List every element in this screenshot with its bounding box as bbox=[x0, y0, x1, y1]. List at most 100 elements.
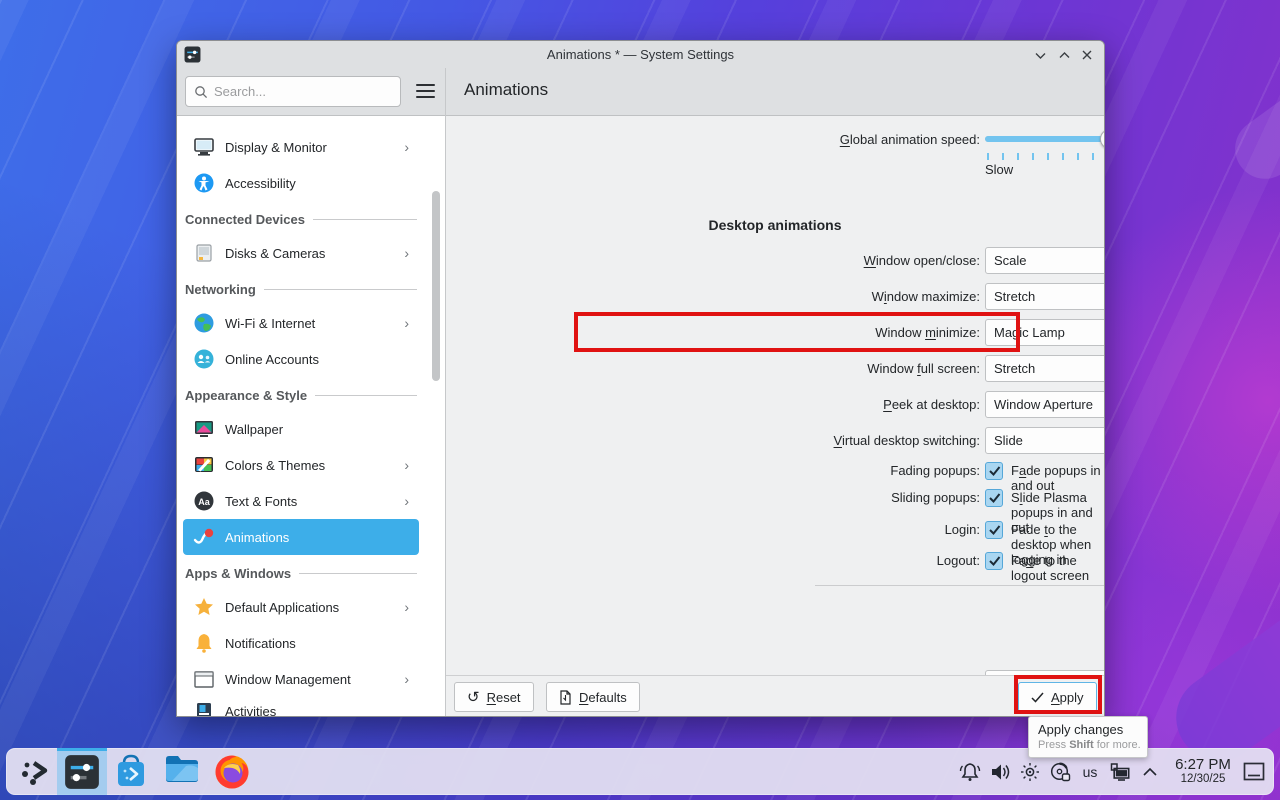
sidebar-item-disks-cameras[interactable]: Disks & Cameras› bbox=[183, 235, 419, 271]
titlebar[interactable]: Animations * — System Settings bbox=[177, 41, 1104, 68]
maximize-button[interactable] bbox=[1054, 45, 1074, 65]
row-label: Sliding popups: bbox=[446, 490, 980, 505]
application-launcher-icon[interactable] bbox=[13, 748, 57, 795]
sidebar-item-label: Wallpaper bbox=[225, 422, 283, 437]
star-icon bbox=[193, 596, 215, 618]
sidebar-section-connected-devices: Connected Devices bbox=[185, 209, 417, 229]
chevron-right-icon: › bbox=[404, 671, 409, 687]
sidebar-item-label: Accessibility bbox=[225, 176, 296, 191]
sidebar-item-window-management[interactable]: Window Management › bbox=[183, 661, 419, 697]
sidebar-section-appearance-style: Appearance & Style bbox=[185, 385, 417, 405]
apply-button[interactable]: Apply bbox=[1018, 682, 1097, 712]
dropdown-Virtual-desktop-switching-[interactable]: Slide bbox=[985, 427, 1105, 454]
chevron-right-icon: › bbox=[404, 139, 409, 155]
dropdown-Peek-at-desktop-[interactable]: Window Aperture bbox=[985, 391, 1105, 418]
clock-date: 12/30/25 bbox=[1165, 773, 1241, 786]
chevron-right-icon: › bbox=[404, 599, 409, 615]
defaults-button[interactable]: Defaults bbox=[546, 682, 640, 712]
chevron-right-icon: › bbox=[404, 245, 409, 261]
fonts-icon: Aa bbox=[193, 490, 215, 512]
row-label: Window full screen: bbox=[446, 361, 980, 376]
sidebar-item-label: Animations bbox=[225, 530, 289, 545]
window-icon bbox=[193, 668, 215, 690]
dropdown-value: Stretch bbox=[994, 289, 1105, 304]
sidebar-item-partial[interactable] bbox=[183, 116, 419, 129]
volume-icon[interactable] bbox=[985, 748, 1015, 795]
chevron-right-icon: › bbox=[404, 315, 409, 331]
dropdown-windowfull-screen-[interactable]: Stretch bbox=[985, 355, 1105, 382]
sidebar-item-label: Notifications bbox=[225, 636, 296, 651]
sidebar-item-label: Colors & Themes bbox=[225, 458, 325, 473]
sidebar-item-wallpaper[interactable]: Wallpaper bbox=[183, 411, 419, 447]
notifications-bell-icon[interactable] bbox=[955, 748, 985, 795]
checkbox-fading-popups-[interactable] bbox=[985, 462, 1003, 480]
row-label: Window open/close: bbox=[446, 253, 980, 268]
dropdown-window-maximize-[interactable]: Stretch bbox=[985, 283, 1105, 310]
sidebar-item-default-applications[interactable]: Default Applications › bbox=[183, 589, 419, 625]
checkbox-logout-[interactable] bbox=[985, 552, 1003, 570]
sidebar-item-label: Default Applications bbox=[225, 600, 339, 615]
sidebar-item-animations[interactable]: Animations bbox=[183, 519, 419, 555]
checkbox-sliding-popups-[interactable] bbox=[985, 489, 1003, 507]
accounts-icon bbox=[193, 348, 215, 370]
sidebar-item-label: Online Accounts bbox=[225, 352, 319, 367]
sidebar-item-online-accounts[interactable]: Online Accounts bbox=[183, 341, 419, 377]
taskbar-task-dolphin[interactable] bbox=[157, 748, 207, 795]
sidebar-item-wi-fi-internet[interactable]: Wi-Fi & Internet› bbox=[183, 305, 419, 341]
footer-bar: ↺Reset Defaults Apply bbox=[446, 675, 1104, 716]
animation-speed-slider[interactable] bbox=[985, 129, 1105, 149]
system-settings-icon bbox=[64, 754, 100, 790]
sidebar-item-notifications[interactable]: Notifications bbox=[183, 625, 419, 661]
discover-icon bbox=[114, 754, 150, 790]
sidebar-item-activities[interactable]: Activities bbox=[183, 693, 419, 716]
sidebar-item-colors-themes[interactable]: Colors & Themes › bbox=[183, 447, 419, 483]
animations-settings-panel: Global animation speed:SlowInstantiDeskt… bbox=[446, 117, 1104, 675]
firefox-icon bbox=[214, 754, 250, 790]
sidebar-item-display-monitor[interactable]: Display & Monitor› bbox=[183, 129, 419, 165]
row-label: Window minimize: bbox=[446, 325, 980, 340]
disks-icon bbox=[193, 242, 215, 264]
dropdown-value: Scale bbox=[994, 253, 1105, 268]
dropdown-value: Slide bbox=[994, 433, 1105, 448]
minimize-button[interactable] bbox=[1030, 45, 1050, 65]
sidebar-item-accessibility[interactable]: Accessibility bbox=[183, 165, 419, 201]
sidebar-scrollbar[interactable] bbox=[432, 191, 440, 381]
desktop-animations-heading: Desktop animations bbox=[446, 217, 1104, 233]
clock-time: 6:27 PM bbox=[1165, 757, 1241, 774]
wallpaper-icon bbox=[193, 418, 215, 440]
sidebar-item-text-fonts[interactable]: AaText & Fonts› bbox=[183, 483, 419, 519]
reset-icon: ↺ bbox=[467, 688, 480, 706]
dropdown-windowminimize-[interactable]: Magic Lamp bbox=[985, 319, 1105, 346]
tooltip-subtitle: Press Shift for more. bbox=[1038, 739, 1138, 751]
sidebar-item-label: Window Management bbox=[225, 672, 351, 687]
taskbar-task-system-settings[interactable] bbox=[57, 748, 107, 795]
taskbar-task-firefox[interactable] bbox=[207, 748, 257, 795]
bell-orange-icon bbox=[193, 632, 215, 654]
animations-icon bbox=[193, 526, 215, 548]
dropdown-value: Magic Lamp bbox=[994, 325, 1105, 340]
menu-icon[interactable] bbox=[416, 84, 435, 99]
dropdown-value: Stretch bbox=[994, 361, 1105, 376]
checkbox-login-[interactable] bbox=[985, 521, 1003, 539]
digital-clock[interactable]: 6:27 PM12/30/25 bbox=[1165, 757, 1241, 786]
divider bbox=[815, 585, 1105, 586]
row-label: Virtual desktop switching: bbox=[446, 433, 980, 448]
monitor-icon bbox=[193, 136, 215, 158]
chevron-right-icon: › bbox=[404, 457, 409, 473]
show-desktop-icon[interactable] bbox=[1241, 748, 1267, 795]
apply-tooltip: Apply changes Press Shift for more. bbox=[1028, 716, 1148, 758]
row-label: Fading popups: bbox=[446, 463, 980, 478]
defaults-icon bbox=[559, 690, 572, 705]
dropdown-Window-open-close-[interactable]: Scale bbox=[985, 247, 1105, 274]
chevron-right-icon: › bbox=[404, 493, 409, 509]
reset-button[interactable]: ↺Reset bbox=[454, 682, 534, 712]
sidebar-section-apps-windows: Apps & Windows bbox=[185, 563, 417, 583]
check-icon bbox=[1031, 692, 1044, 703]
slider-handle[interactable] bbox=[1100, 129, 1105, 149]
close-icon[interactable] bbox=[1077, 45, 1097, 65]
window-title: Animations * — System Settings bbox=[177, 47, 1104, 62]
taskbar-task-discover[interactable] bbox=[107, 748, 157, 795]
search-input[interactable]: Search... bbox=[185, 76, 401, 107]
dolphin-icon bbox=[164, 754, 200, 790]
activities-icon bbox=[193, 700, 215, 716]
